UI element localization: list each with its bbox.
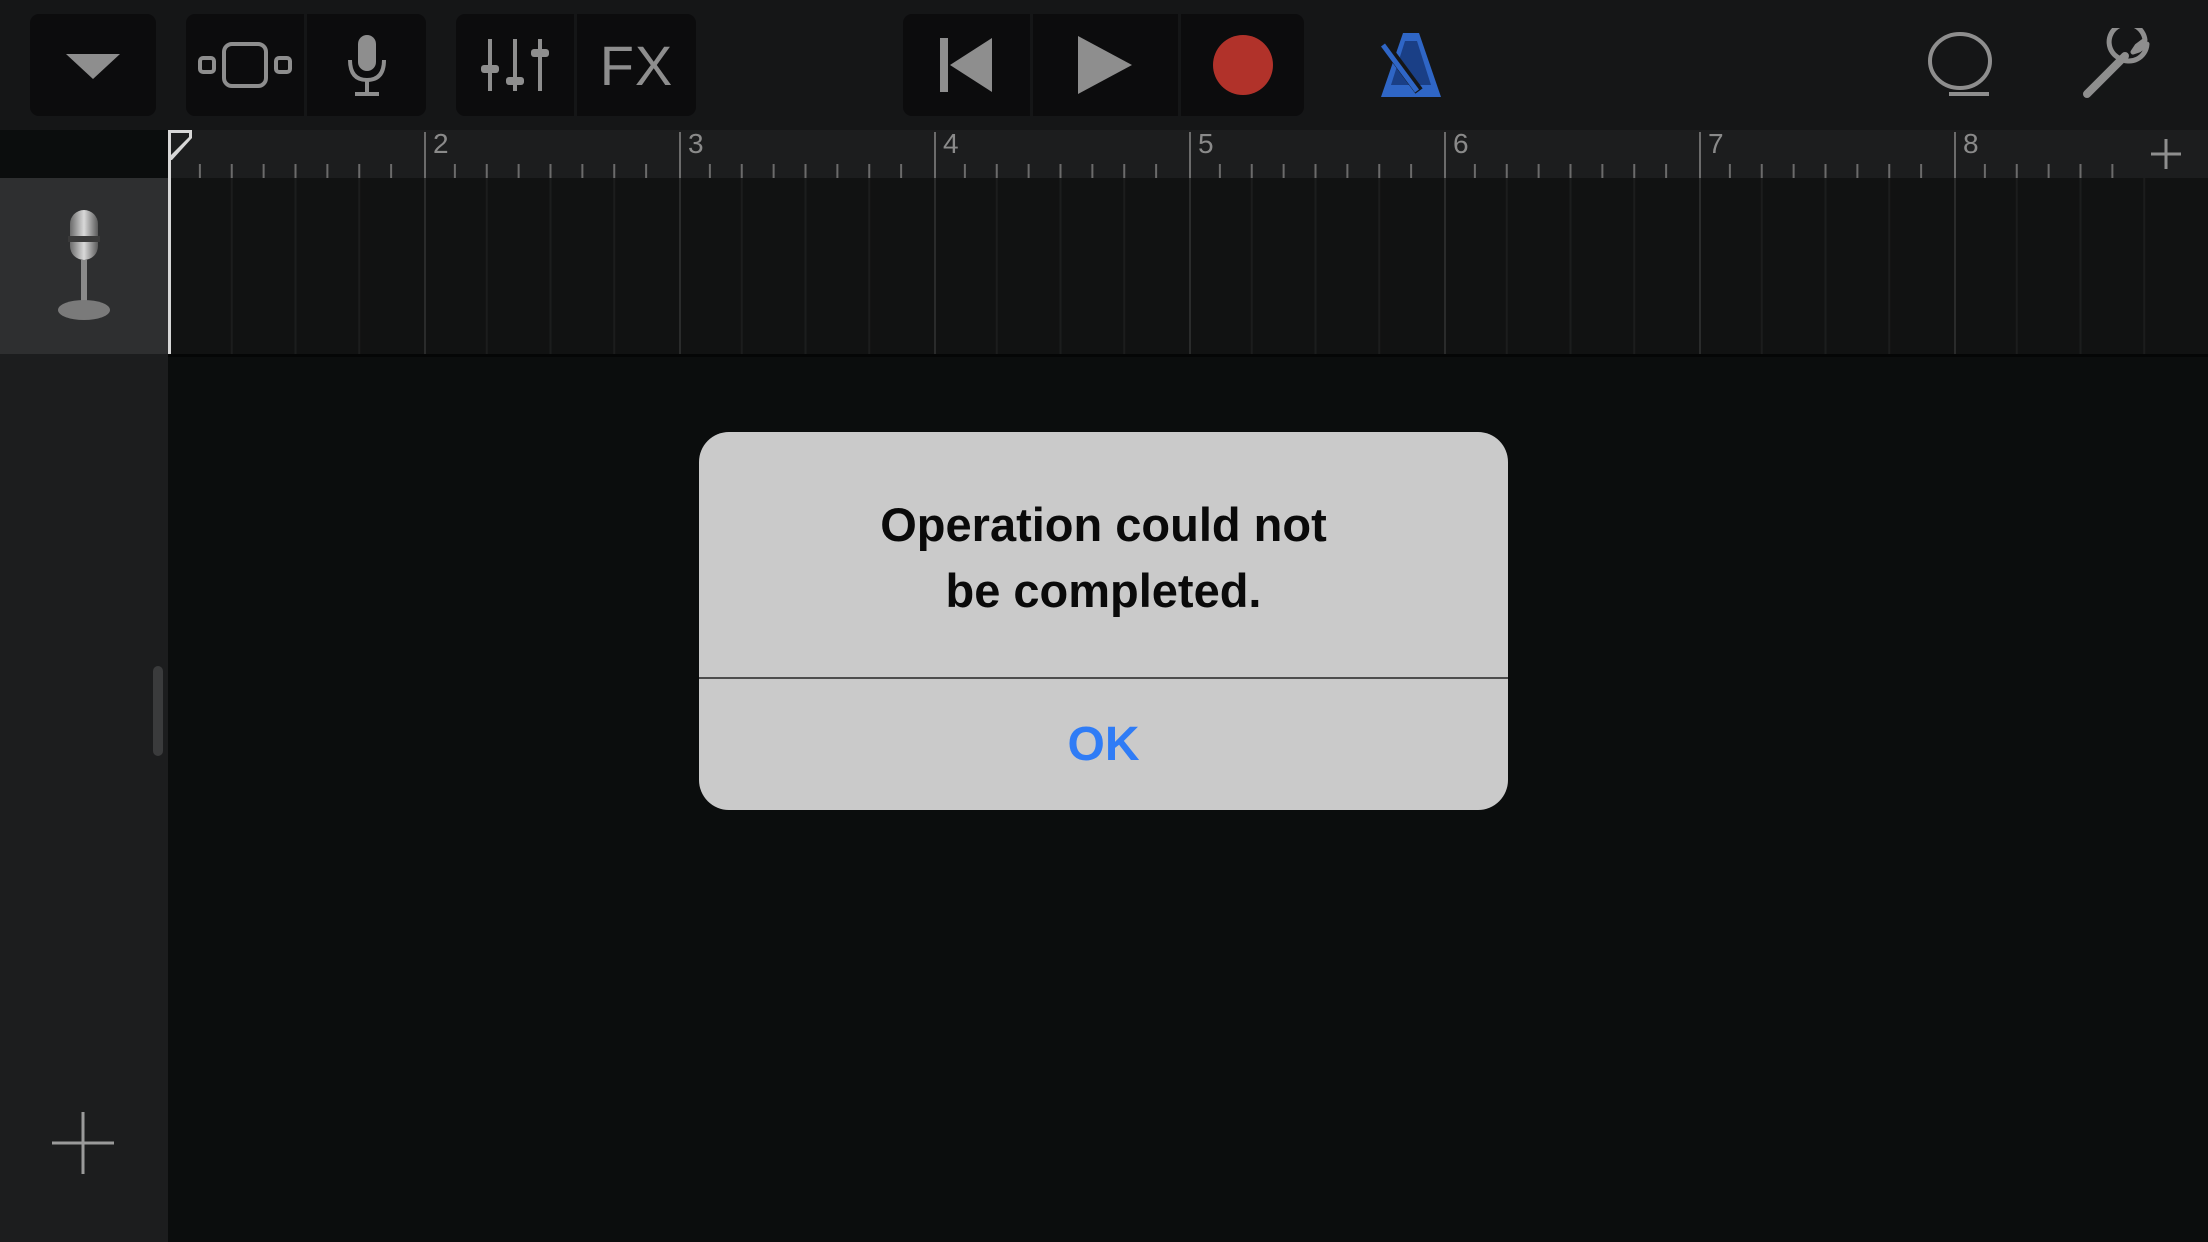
fx-label: FX (599, 33, 674, 97)
alert-title: Operation could not be completed. (880, 498, 1327, 617)
control-bar: FX (0, 0, 2208, 130)
track-lane[interactable] (168, 178, 2208, 357)
ruler-bar-number: 7 (1708, 128, 1724, 159)
header-resize-handle[interactable] (153, 666, 163, 756)
ruler-bar-number: 3 (688, 128, 704, 159)
add-section-button[interactable] (2124, 130, 2208, 178)
plus-icon (52, 1112, 114, 1174)
track-header-audio-recorder[interactable] (0, 178, 168, 354)
ruler-bar-number: 6 (1453, 128, 1469, 159)
track-header-column (0, 354, 168, 1242)
ruler-bar-number: 8 (1963, 128, 1979, 159)
plus-icon (2151, 139, 2181, 169)
chevron-down-icon (66, 54, 120, 79)
view-segment (186, 14, 426, 116)
timeline-ruler[interactable]: 2 3 4 5 6 7 8 (168, 128, 2208, 178)
record-button[interactable] (1181, 14, 1304, 116)
metronome-icon (1380, 33, 1441, 97)
fx-button[interactable]: FX (577, 14, 696, 116)
microphone-icon (347, 35, 386, 96)
settings-button[interactable] (2070, 14, 2162, 116)
audio-recorder-microphone-icon (58, 210, 110, 320)
tracks-view-icon (197, 42, 292, 88)
rewind-icon (940, 38, 992, 92)
loop-browser-button[interactable] (1918, 14, 2002, 116)
alert-dialog: Operation could not be completed. OK (699, 432, 1508, 810)
ruler-bar-number: 2 (433, 128, 449, 159)
play-button[interactable] (1033, 14, 1177, 116)
mixer-segment: FX (456, 14, 696, 116)
loop-browser-icon (1928, 32, 1992, 96)
track-grid (169, 178, 2146, 354)
ruler-ticks (168, 130, 2178, 178)
ruler-bar-number: 5 (1198, 128, 1214, 159)
go-to-beginning-button[interactable] (903, 14, 1029, 116)
settings-wrench-icon (2083, 28, 2150, 98)
ruler-bar-number: 4 (943, 128, 959, 159)
add-track-button[interactable] (50, 1110, 116, 1176)
playhead[interactable] (168, 133, 171, 354)
record-icon (1212, 35, 1273, 95)
transport-segment (903, 14, 1304, 116)
my-songs-segment (30, 14, 156, 116)
instrument-button[interactable] (307, 14, 426, 116)
track-controls-button[interactable] (456, 14, 573, 116)
mixer-sliders-icon (480, 39, 549, 91)
metronome-button[interactable] (1370, 14, 1452, 116)
tracks-view-button[interactable] (186, 14, 303, 116)
my-songs-button[interactable] (30, 14, 156, 116)
ok-button[interactable]: OK (699, 679, 1508, 810)
play-icon (1078, 36, 1132, 94)
